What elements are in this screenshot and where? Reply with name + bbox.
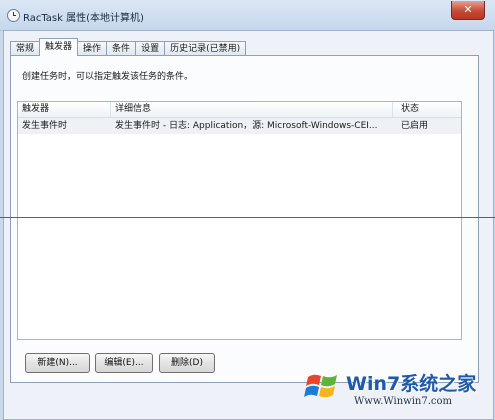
panel-description: 创建任务时，可以指定触发该任务的条件。 — [22, 72, 194, 82]
table-header: 触发器 详细信息 状态 — [18, 102, 461, 118]
watermark-brand: Win7系统之家 — [346, 373, 477, 395]
tab-triggers[interactable]: 触发器 — [39, 38, 79, 56]
column-header-details[interactable]: 详细信息 — [111, 102, 393, 117]
column-header-status[interactable]: 状态 — [397, 102, 460, 117]
annotation-line — [0, 217, 495, 218]
table-row[interactable]: 发生事件时 发生事件时 - 日志: Application，源: Microso… — [18, 118, 461, 134]
tab-history[interactable]: 历史记录(已禁用) — [164, 41, 247, 56]
clock-icon — [7, 9, 20, 22]
window-title: RacTask 属性(本地计算机) — [23, 13, 144, 24]
new-trigger-button[interactable]: 新建(N)... — [25, 353, 90, 373]
cell-status: 已启用 — [401, 121, 429, 131]
tab-actions[interactable]: 操作 — [77, 41, 108, 56]
triggers-table[interactable]: 触发器 详细信息 状态 发生事件时 发生事件时 - 日志: Applicatio… — [17, 101, 462, 340]
windows-logo-icon — [304, 374, 337, 398]
cell-trigger: 发生事件时 — [22, 121, 68, 131]
site-watermark: Win7系统之家 Www.Winwin7.com — [302, 365, 492, 415]
column-header-trigger[interactable]: 触发器 — [18, 102, 111, 117]
cell-details: 发生事件时 - 日志: Application，源: Microsoft-Win… — [115, 121, 378, 131]
edit-trigger-button[interactable]: 编辑(E)... — [95, 353, 153, 373]
tab-conditions[interactable]: 条件 — [106, 41, 137, 56]
watermark-url: Www.Winwin7.com — [354, 396, 452, 407]
tab-settings[interactable]: 设置 — [135, 41, 166, 56]
tab-strip: 常规 触发器 操作 条件 设置 历史记录(已禁用) — [10, 38, 247, 56]
close-button[interactable]: ✕ — [451, 1, 485, 20]
title-bar: RacTask 属性(本地计算机) ✕ — [0, 0, 495, 31]
tab-general[interactable]: 常规 — [10, 41, 41, 56]
delete-trigger-button[interactable]: 删除(D) — [159, 353, 215, 373]
